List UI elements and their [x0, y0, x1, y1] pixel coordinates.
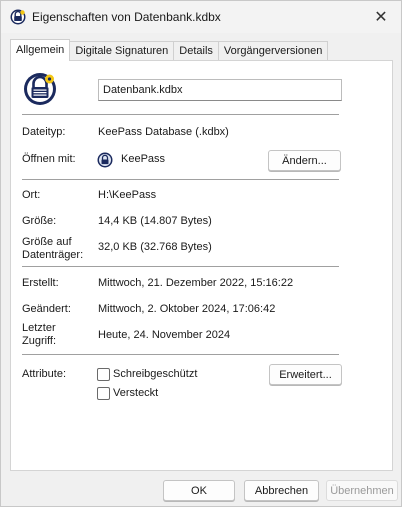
- tab-general[interactable]: Allgemein: [10, 39, 71, 61]
- divider: [22, 179, 339, 180]
- close-icon: ✕: [374, 9, 388, 26]
- modified-value: Mittwoch, 2. Oktober 2024, 17:06:42: [98, 303, 276, 315]
- properties-dialog: Eigenschaften von Datenbank.kdbx ✕ Allge…: [0, 0, 402, 507]
- size-on-disk-value: 32,0 KB (32.768 Bytes): [98, 241, 212, 253]
- keepass-app-icon: [97, 152, 113, 168]
- close-button[interactable]: ✕: [361, 1, 401, 33]
- opens-with-app: KeePass: [121, 153, 166, 165]
- last-access-label-line2: Zugriff:: [22, 335, 57, 347]
- created-value: Mittwoch, 21. Dezember 2022, 15:16:22: [98, 277, 294, 289]
- modified-label: Geändert:: [22, 303, 71, 315]
- file-name-input[interactable]: [98, 79, 342, 101]
- tab-digital-signatures[interactable]: Digitale Signaturen: [69, 41, 175, 61]
- location-label: Ort:: [22, 189, 41, 201]
- attributes-label: Attribute:: [22, 368, 67, 380]
- divider: [22, 354, 339, 355]
- readonly-label[interactable]: Schreibgeschützt: [113, 368, 197, 380]
- apply-button[interactable]: Übernehmen: [326, 480, 398, 501]
- general-panel: Dateityp: KeePass Database (.kdbx) Öffne…: [10, 60, 393, 471]
- advanced-button[interactable]: Erweitert...: [269, 364, 342, 385]
- size-label: Größe:: [22, 215, 57, 227]
- size-value: 14,4 KB (14.807 Bytes): [98, 215, 212, 227]
- tab-previous-versions[interactable]: Vorgängerversionen: [217, 41, 329, 61]
- divider: [22, 266, 339, 267]
- created-label: Erstellt:: [22, 277, 59, 289]
- cancel-button[interactable]: Abbrechen: [244, 480, 319, 501]
- hidden-checkbox[interactable]: [97, 387, 110, 400]
- divider: [22, 114, 339, 115]
- keepass-lock-icon: [24, 73, 56, 105]
- title-bar[interactable]: Eigenschaften von Datenbank.kdbx ✕: [1, 1, 401, 33]
- size-on-disk-label-line1: Größe auf: [22, 236, 72, 248]
- last-access-value: Heute, 24. November 2024: [98, 329, 231, 341]
- size-on-disk-label-line2: Datenträger:: [22, 249, 84, 261]
- change-button[interactable]: Ändern...: [268, 150, 341, 171]
- hidden-label[interactable]: Versteckt: [113, 387, 158, 399]
- tab-bar: Allgemein Digitale Signaturen Details Vo…: [10, 39, 329, 61]
- opens-with-label: Öffnen mit:: [22, 153, 76, 165]
- readonly-checkbox[interactable]: [97, 368, 110, 381]
- ok-button[interactable]: OK: [163, 480, 235, 501]
- file-type-label: Dateityp:: [22, 126, 66, 138]
- window-title: Eigenschaften von Datenbank.kdbx: [32, 10, 221, 24]
- location-value: H:\KeePass: [98, 189, 157, 201]
- last-access-label-line1: Letzter: [22, 322, 56, 334]
- tab-details[interactable]: Details: [173, 41, 219, 61]
- keepass-lock-icon: [10, 9, 26, 25]
- file-type-value: KeePass Database (.kdbx): [98, 126, 229, 138]
